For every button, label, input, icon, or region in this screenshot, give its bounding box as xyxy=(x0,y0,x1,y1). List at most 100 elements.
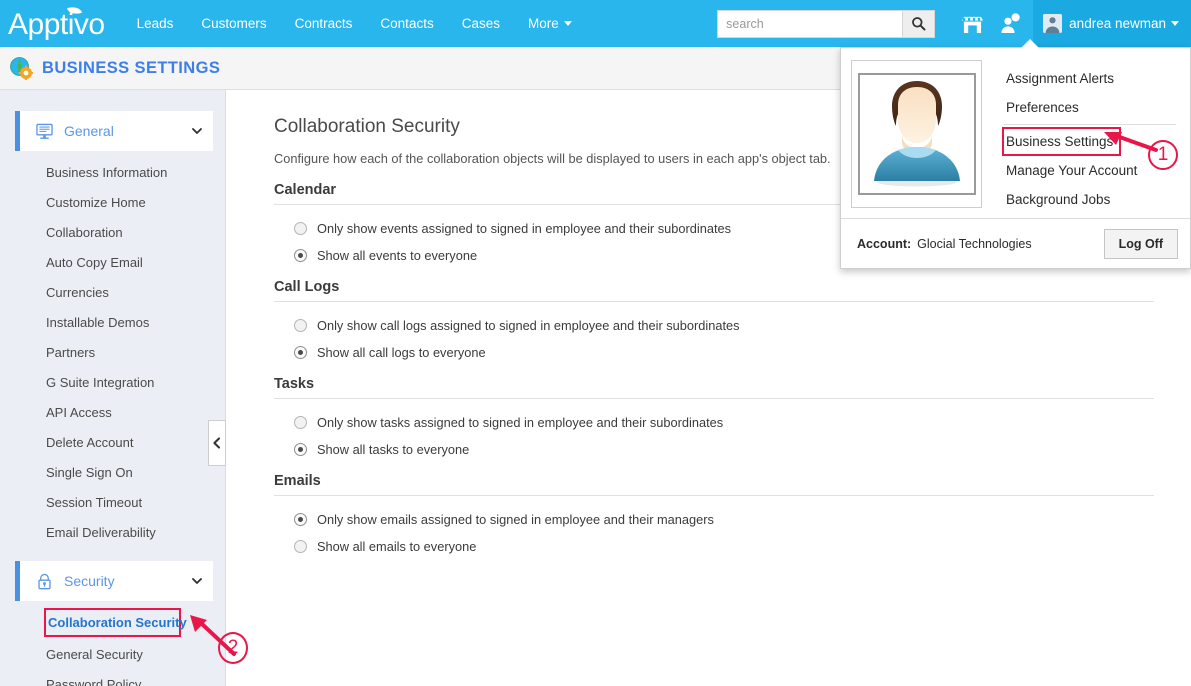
sidebar-item-customize-home[interactable]: Customize Home xyxy=(0,187,225,217)
avatar xyxy=(1043,14,1063,33)
radio-button[interactable] xyxy=(294,319,307,332)
radio-group-emails: Only show emails assigned to signed in e… xyxy=(274,496,1155,562)
sidebar-item-collaboration-security[interactable]: Collaboration Security xyxy=(44,608,187,637)
nav-link-label: Leads xyxy=(136,16,174,31)
log-off-button[interactable]: Log Off xyxy=(1103,228,1178,259)
menu-item-manage-your-account[interactable]: Manage Your Account xyxy=(1004,156,1180,185)
store-button[interactable] xyxy=(953,0,991,47)
sidebar-item-auto-copy-email[interactable]: Auto Copy Email xyxy=(0,247,225,277)
radio-option-emails-all[interactable]: Show all emails to everyone xyxy=(294,539,1155,554)
nav-link-label: Customers xyxy=(201,16,267,31)
sidebar-item-label: Installable Demos xyxy=(46,314,150,330)
sidebar-item-general-security[interactable]: General Security xyxy=(0,637,225,670)
search-area xyxy=(717,9,936,38)
menu-item-background-jobs[interactable]: Background Jobs xyxy=(1004,185,1180,214)
radio-button[interactable] xyxy=(294,249,307,262)
user-menu-button[interactable]: andrea newman xyxy=(1033,0,1191,47)
account-name: Glocial Technologies xyxy=(917,236,1032,251)
dropdown-footer: Account: Glocial Technologies Log Off xyxy=(841,218,1190,268)
store-icon xyxy=(961,16,983,33)
sidebar-item-label: Customize Home xyxy=(46,194,146,210)
search-input[interactable] xyxy=(717,9,903,38)
sidebar-section-security[interactable]: Security xyxy=(15,561,213,601)
sidebar: General Business Information Customize H… xyxy=(0,90,226,686)
nav-right-cluster: andrea newman xyxy=(717,0,1191,47)
sidebar-item-label: Password Policy xyxy=(46,677,142,686)
person-avatar-icon xyxy=(859,75,974,193)
sidebar-item-installable-demos[interactable]: Installable Demos xyxy=(0,307,225,337)
menu-item-label: Preferences xyxy=(1006,100,1079,115)
chevron-left-icon xyxy=(213,437,221,449)
chevron-down-icon xyxy=(192,578,202,584)
radio-group-tasks: Only show tasks assigned to signed in em… xyxy=(274,399,1155,465)
nav-link-customers[interactable]: Customers xyxy=(187,0,280,47)
radio-button[interactable] xyxy=(294,540,307,553)
sidebar-item-business-information[interactable]: Business Information xyxy=(0,157,225,187)
menu-item-label: Assignment Alerts xyxy=(1006,71,1115,86)
sidebar-item-single-sign-on[interactable]: Single Sign On xyxy=(0,457,225,487)
sidebar-item-currencies[interactable]: Currencies xyxy=(0,277,225,307)
menu-divider xyxy=(1004,124,1176,125)
radio-button[interactable] xyxy=(294,443,307,456)
sidebar-item-password-policy[interactable]: Password Policy xyxy=(0,670,225,686)
radio-option-emails-restricted[interactable]: Only show emails assigned to signed in e… xyxy=(294,512,1155,527)
section-heading: Call Logs xyxy=(274,279,340,295)
radio-option-tasks-restricted[interactable]: Only show tasks assigned to signed in em… xyxy=(294,415,1155,430)
sidebar-item-partners[interactable]: Partners xyxy=(0,337,225,367)
nav-link-cases[interactable]: Cases xyxy=(448,0,514,47)
nav-link-label: Cases xyxy=(461,16,500,31)
sidebar-collapse-button[interactable] xyxy=(208,420,226,466)
radio-label: Only show call logs assigned to signed i… xyxy=(317,318,740,333)
radio-label: Only show tasks assigned to signed in em… xyxy=(317,415,724,430)
nav-link-contracts[interactable]: Contracts xyxy=(281,0,367,47)
nav-link-contacts[interactable]: Contacts xyxy=(366,0,447,47)
nav-link-label: Contracts xyxy=(294,16,353,31)
sidebar-section-label: Security xyxy=(64,573,115,589)
sidebar-item-label: G Suite Integration xyxy=(46,374,155,390)
sidebar-section-label: General xyxy=(64,123,114,139)
sidebar-general-items: Business Information Customize Home Coll… xyxy=(0,151,225,547)
radio-label: Show all events to everyone xyxy=(317,248,478,263)
sidebar-item-label: Currencies xyxy=(46,284,109,300)
section-emails: Emails Only show emails assigned to sign… xyxy=(274,473,1155,562)
sidebar-item-label: Email Deliverability xyxy=(46,524,156,540)
globe-gear-icon xyxy=(10,57,33,80)
nav-link-leads[interactable]: Leads xyxy=(123,0,188,47)
radio-button[interactable] xyxy=(294,416,307,429)
radio-option-calllogs-restricted[interactable]: Only show call logs assigned to signed i… xyxy=(294,318,1155,333)
sidebar-item-api-access[interactable]: API Access xyxy=(0,397,225,427)
sidebar-item-delete-account[interactable]: Delete Account xyxy=(0,427,225,457)
sidebar-item-email-deliverability[interactable]: Email Deliverability xyxy=(0,517,225,547)
sidebar-item-g-suite-integration[interactable]: G Suite Integration xyxy=(0,367,225,397)
monitor-icon xyxy=(36,123,53,139)
search-button[interactable] xyxy=(902,9,936,38)
sidebar-item-collaboration[interactable]: Collaboration xyxy=(0,217,225,247)
section-heading: Emails xyxy=(274,473,321,489)
nav-link-more[interactable]: More xyxy=(514,0,586,47)
section-tasks: Tasks Only show tasks assigned to signed… xyxy=(274,376,1155,465)
menu-item-preferences[interactable]: Preferences xyxy=(1004,93,1180,122)
sidebar-item-label: Collaboration xyxy=(46,224,123,240)
sidebar-item-label: Auto Copy Email xyxy=(46,254,143,270)
radio-option-tasks-all[interactable]: Show all tasks to everyone xyxy=(294,442,1155,457)
sidebar-item-label: Single Sign On xyxy=(46,464,133,480)
apptivo-logo-text: Apptivo xyxy=(8,7,105,41)
radio-label: Show all tasks to everyone xyxy=(317,442,470,457)
menu-item-business-settings[interactable]: Business Settings xyxy=(1002,127,1122,156)
radio-label: Only show emails assigned to signed in e… xyxy=(317,512,714,527)
radio-button[interactable] xyxy=(294,513,307,526)
radio-button[interactable] xyxy=(294,346,307,359)
menu-item-assignment-alerts[interactable]: Assignment Alerts xyxy=(1004,64,1180,93)
apptivo-logo[interactable]: Apptivo xyxy=(8,3,105,41)
radio-label: Show all emails to everyone xyxy=(317,539,477,554)
nav-links: Leads Customers Contracts Contacts Cases… xyxy=(123,0,586,47)
radio-option-calllogs-all[interactable]: Show all call logs to everyone xyxy=(294,345,1155,360)
menu-item-label: Manage Your Account xyxy=(1006,163,1138,178)
lock-icon xyxy=(38,573,51,589)
sidebar-section-general[interactable]: General xyxy=(15,111,213,151)
dropdown-notch xyxy=(1021,39,1039,48)
sidebar-item-label: Collaboration Security xyxy=(48,615,187,630)
sidebar-item-session-timeout[interactable]: Session Timeout xyxy=(0,487,225,517)
dropdown-items: Assignment Alerts Preferences Business S… xyxy=(982,60,1180,218)
radio-button[interactable] xyxy=(294,222,307,235)
